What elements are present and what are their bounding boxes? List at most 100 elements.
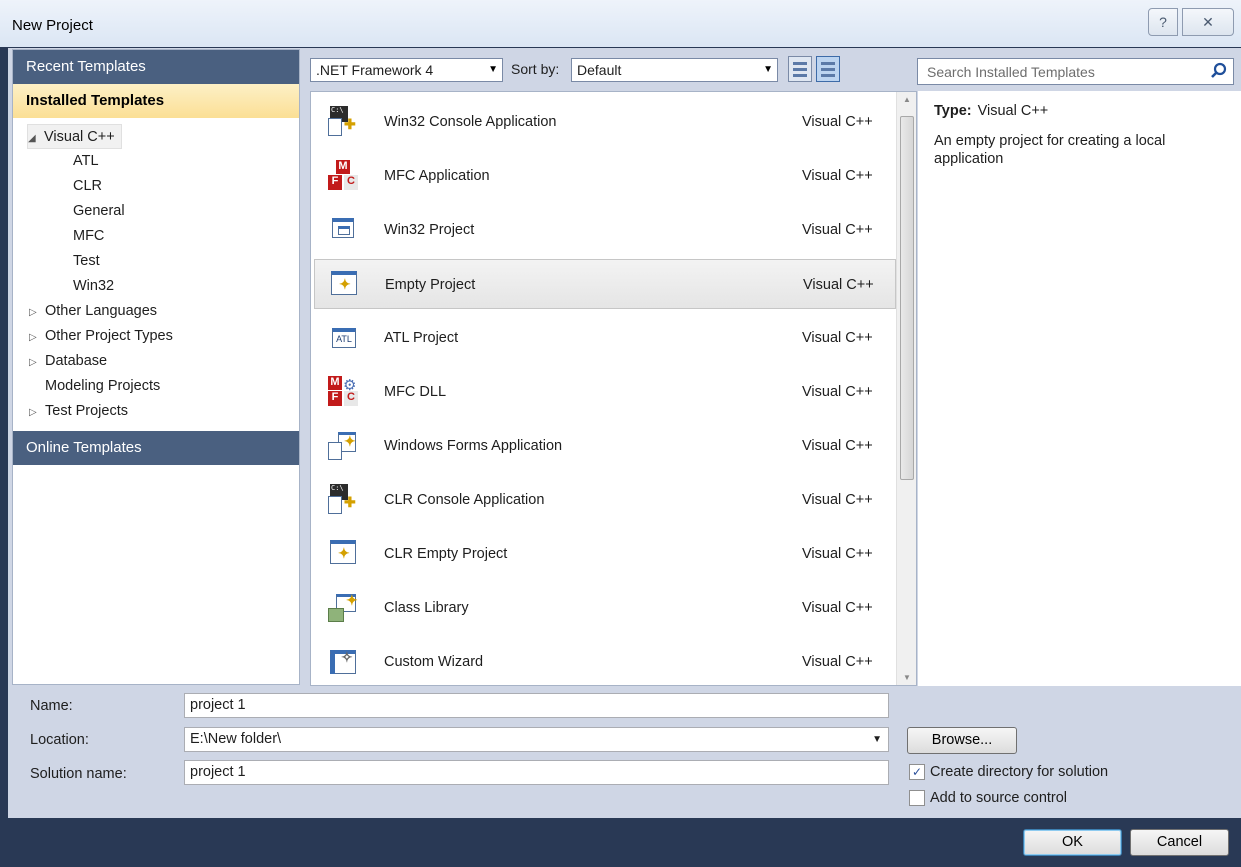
custom-wizard-icon: ✧ xyxy=(328,646,358,676)
template-language: Visual C++ xyxy=(802,438,873,454)
tree-item[interactable]: Test xyxy=(73,249,100,274)
create-directory-label[interactable]: Create directory for solution xyxy=(930,764,1108,780)
small-icons-view-button[interactable] xyxy=(788,56,812,82)
close-button[interactable]: ✕ xyxy=(1182,8,1234,36)
online-templates-header[interactable]: Online Templates xyxy=(13,431,299,465)
template-description: An empty project for creating a local ap… xyxy=(934,133,1166,167)
vertical-scrollbar[interactable]: ▲ ▼ xyxy=(896,92,916,685)
template-row[interactable]: ✦ CLR Empty Project Visual C++ xyxy=(314,529,896,579)
win32-project-icon xyxy=(328,214,358,244)
solution-name-field[interactable]: project 1 xyxy=(184,760,889,785)
chevron-down-icon: ▼ xyxy=(763,64,773,75)
icon-part: ATL xyxy=(332,328,356,348)
template-language: Visual C++ xyxy=(803,277,874,293)
expand-arrow-icon[interactable]: ▷ xyxy=(29,400,45,425)
template-row[interactable]: Win32 Project Visual C++ xyxy=(314,205,896,255)
template-toolbar: .NET Framework 4 ▼ Sort by: Default ▼ xyxy=(305,52,885,86)
icon-part: F xyxy=(328,175,342,190)
location-field[interactable]: E:\New folder\ ▼ xyxy=(184,727,889,752)
template-name: Empty Project xyxy=(385,277,476,293)
tree-item[interactable]: ▷ Other Project Types xyxy=(29,324,173,349)
browse-button[interactable]: Browse... xyxy=(907,727,1017,754)
class-library-icon: ✦ xyxy=(328,592,358,622)
location-label: Location: xyxy=(30,732,89,748)
tree-item[interactable]: General xyxy=(73,199,125,224)
template-row[interactable]: M ⚙ F C MFC DLL Visual C++ xyxy=(314,367,896,417)
framework-value: .NET Framework 4 xyxy=(316,62,434,78)
template-row[interactable]: ATL ATL Project Visual C++ xyxy=(314,313,896,363)
title-bar: New Project ? ✕ xyxy=(0,0,1241,47)
template-row[interactable]: C:\ ✚ CLR Console Application Visual C++ xyxy=(314,475,896,525)
framework-select[interactable]: .NET Framework 4 ▼ xyxy=(310,58,503,82)
icon-part: ✚ xyxy=(344,116,356,132)
template-list: C:\ ✚ Win32 Console Application Visual C++ M… xyxy=(310,91,917,686)
cancel-button[interactable]: Cancel xyxy=(1130,829,1229,856)
template-categories-pane: Recent Templates Installed Templates ◢ Vi… xyxy=(12,49,300,685)
tree-item-label: Test Projects xyxy=(45,403,128,419)
sort-value: Default xyxy=(577,62,622,78)
list-view-button[interactable] xyxy=(816,56,840,82)
tree-item[interactable]: ▷ Other Languages xyxy=(29,299,157,324)
template-language: Visual C++ xyxy=(802,654,873,670)
template-info-pane: Type: Visual C++ An empty project for cre… xyxy=(918,91,1241,686)
expand-arrow-icon[interactable]: ▷ xyxy=(29,325,45,350)
scrollbar-thumb[interactable] xyxy=(900,116,914,480)
scroll-up-icon[interactable]: ▲ xyxy=(897,95,917,104)
tree-item[interactable]: ◢ Visual C++ xyxy=(27,124,122,149)
template-language: Visual C++ xyxy=(802,330,873,346)
template-language: Visual C++ xyxy=(802,114,873,130)
template-name: Win32 Project xyxy=(384,222,475,238)
chevron-down-icon[interactable]: ▼ xyxy=(872,728,882,751)
template-name: MFC DLL xyxy=(384,384,447,400)
tree-item-label: Win32 xyxy=(73,278,115,294)
sort-by-label: Sort by: xyxy=(511,61,560,77)
tree-item-label: ATL xyxy=(73,153,99,169)
expand-arrow-icon[interactable]: ▷ xyxy=(29,350,45,375)
search-icon[interactable] xyxy=(1209,61,1229,81)
icon-part: C xyxy=(344,391,358,406)
mfc-dll-icon: M ⚙ F C xyxy=(328,376,358,406)
template-row[interactable]: ✦ Windows Forms Application Visual C++ xyxy=(314,421,896,471)
tree-item[interactable]: ATL xyxy=(73,149,99,174)
tree-item[interactable]: CLR xyxy=(73,174,102,199)
icon-part xyxy=(328,496,342,514)
template-row[interactable]: ✦ Empty Project Visual C++ xyxy=(314,259,896,309)
help-button[interactable]: ? xyxy=(1148,8,1178,36)
tree-item-label: CLR xyxy=(73,178,103,194)
template-language: Visual C++ xyxy=(802,492,873,508)
template-row[interactable]: C:\ ✚ Win32 Console Application Visual C++ xyxy=(314,97,896,147)
icon-part xyxy=(328,442,342,460)
template-type: Type: Visual C++ xyxy=(934,103,1048,119)
tree-item[interactable]: MFC xyxy=(73,224,104,249)
scroll-down-icon[interactable]: ▼ xyxy=(897,673,917,682)
expand-arrow-icon[interactable]: ▷ xyxy=(29,300,45,325)
template-row[interactable]: M F C MFC Application Visual C++ xyxy=(314,151,896,201)
create-directory-checkbox[interactable]: ✓ xyxy=(909,764,925,780)
tree-item[interactable]: Win32 xyxy=(73,274,114,299)
chevron-down-icon: ▼ xyxy=(488,64,498,75)
atl-project-icon: ATL xyxy=(328,322,358,352)
icon-part: ✦ xyxy=(338,545,350,561)
tree-item[interactable]: ▷ Database xyxy=(29,349,107,374)
template-language: Visual C++ xyxy=(802,222,873,238)
tree-item[interactable]: ▷ Test Projects xyxy=(29,399,128,424)
source-control-label[interactable]: Add to source control xyxy=(930,790,1067,806)
template-row[interactable]: ✦ Class Library Visual C++ xyxy=(314,583,896,633)
empty-project-icon: ✦ xyxy=(329,269,359,299)
icon-part xyxy=(338,226,350,235)
template-language: Visual C++ xyxy=(802,168,873,184)
tree-item[interactable]: Modeling Projects xyxy=(29,374,160,399)
ok-button[interactable]: OK xyxy=(1023,829,1122,856)
collapse-arrow-icon[interactable]: ◢ xyxy=(28,126,44,151)
name-field[interactable]: project 1 xyxy=(184,693,889,718)
sort-select[interactable]: Default ▼ xyxy=(571,58,778,82)
type-value: Visual C++ xyxy=(977,103,1049,119)
tree-item-label: Other Languages xyxy=(45,303,158,319)
source-control-checkbox[interactable] xyxy=(909,790,925,806)
template-language: Visual C++ xyxy=(802,600,873,616)
name-label: Name: xyxy=(30,698,73,714)
template-row[interactable]: ✧ Custom Wizard Visual C++ xyxy=(314,637,896,687)
installed-templates-header[interactable]: Installed Templates xyxy=(13,84,299,118)
recent-templates-header[interactable]: Recent Templates xyxy=(13,50,299,84)
search-input[interactable]: Search Installed Templates xyxy=(917,58,1234,85)
